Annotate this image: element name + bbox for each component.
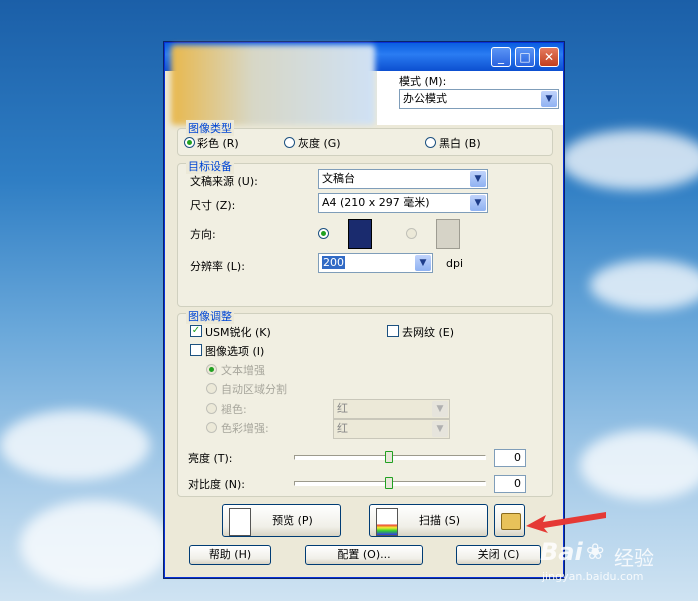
annotation-arrow — [526, 512, 606, 533]
watermark-url: jingyan.baidu.com — [542, 570, 644, 583]
descreen-checkbox[interactable] — [387, 325, 399, 337]
image-options-checkbox[interactable] — [190, 344, 202, 356]
color-enhance-select[interactable]: 红 ▼ — [333, 419, 450, 439]
landscape-icon[interactable] — [436, 219, 460, 249]
descreen-label[interactable]: 去网纹 (E) — [402, 324, 454, 340]
radio-text-enhance[interactable] — [206, 364, 217, 375]
resolution-value: 200 — [322, 256, 345, 269]
watermark-brand: Bai — [540, 538, 583, 566]
scan-doc-icon — [376, 508, 398, 536]
mode-value: 办公模式 — [403, 92, 447, 105]
text-enhance-label[interactable]: 文本增强 — [221, 362, 265, 378]
source-label: 文稿来源 (U): — [190, 175, 258, 188]
image-options-label[interactable]: 图像选项 (I) — [205, 343, 264, 359]
dropout-select[interactable]: 红 ▼ — [333, 399, 450, 419]
image-type-group: 图像类型 彩色 (R) 灰度 (G) 黑白 (B) — [177, 120, 553, 156]
color-enhance-label[interactable]: 色彩增强: — [221, 420, 269, 436]
radio-portrait[interactable] — [318, 228, 329, 239]
chevron-down-icon[interactable]: ▼ — [432, 421, 448, 437]
blurred-logo — [171, 45, 375, 125]
size-value: A4 (210 x 297 毫米) — [322, 196, 430, 209]
radio-color-label[interactable]: 彩色 (R) — [197, 135, 239, 151]
preview-button[interactable]: 预览 (P) — [222, 504, 341, 537]
folder-button[interactable] — [494, 504, 525, 537]
help-label: 帮助 (H) — [208, 548, 252, 561]
mode-label: 模式 (M): — [399, 75, 447, 88]
radio-landscape[interactable] — [406, 228, 417, 239]
usm-label[interactable]: USM锐化 (K) — [205, 324, 271, 340]
chevron-down-icon[interactable]: ▼ — [432, 401, 448, 417]
scanner-window: _ □ ✕ 模式 (M): 办公模式 ▼ 图像类型 彩色 (R) 灰度 (G) … — [164, 42, 564, 578]
radio-dropout[interactable] — [206, 403, 217, 414]
size-select[interactable]: A4 (210 x 297 毫米) ▼ — [318, 193, 488, 213]
source-select[interactable]: 文稿台 ▼ — [318, 169, 488, 189]
radio-bw-label[interactable]: 黑白 (B) — [439, 135, 481, 151]
chevron-down-icon[interactable]: ▼ — [415, 255, 431, 271]
chevron-down-icon[interactable]: ▼ — [470, 195, 486, 211]
paw-icon: ❀ — [586, 540, 605, 565]
chevron-down-icon[interactable]: ▼ — [470, 171, 486, 187]
group-title: 目标设备 — [186, 158, 234, 174]
close-label: 关闭 (C) — [477, 548, 520, 561]
close-button[interactable]: 关闭 (C) — [456, 545, 541, 565]
minimize-button[interactable]: _ — [491, 47, 511, 67]
radio-auto-area[interactable] — [206, 383, 217, 394]
config-button[interactable]: 配置 (O)... — [305, 545, 423, 565]
contrast-thumb[interactable] — [385, 477, 393, 489]
mode-select[interactable]: 办公模式 ▼ — [399, 89, 559, 109]
contrast-input[interactable]: 0 — [494, 475, 526, 493]
cloud — [0, 410, 150, 480]
contrast-label: 对比度 (N): — [188, 478, 246, 491]
group-title: 图像调整 — [186, 308, 234, 324]
cloud — [580, 430, 698, 500]
watermark: Bai ❀ 经验 jingyan.baidu.com — [540, 538, 690, 598]
target-device-group: 目标设备 文稿来源 (U): 文稿台 ▼ 尺寸 (Z): A4 (210 x 2… — [177, 158, 553, 307]
source-value: 文稿台 — [322, 172, 355, 185]
size-label: 尺寸 (Z): — [190, 199, 236, 212]
color-enhance-value: 红 — [337, 422, 348, 435]
help-button[interactable]: 帮助 (H) — [189, 545, 271, 565]
resolution-select[interactable]: 200 ▼ — [318, 253, 433, 273]
usm-checkbox[interactable]: ✓ — [190, 325, 202, 337]
resolution-label: 分辨率 (L): — [190, 260, 245, 273]
maximize-button[interactable]: □ — [515, 47, 535, 67]
brightness-label: 亮度 (T): — [188, 452, 233, 465]
brightness-thumb[interactable] — [385, 451, 393, 463]
brightness-input[interactable]: 0 — [494, 449, 526, 467]
folder-icon — [501, 513, 521, 530]
radio-gray[interactable] — [284, 137, 295, 148]
orientation-label: 方向: — [190, 228, 216, 241]
auto-area-label[interactable]: 自动区域分割 — [221, 381, 287, 397]
cloud — [20, 500, 170, 590]
radio-color-enhance[interactable] — [206, 422, 217, 433]
portrait-icon[interactable] — [348, 219, 372, 249]
cloud — [560, 130, 698, 190]
scan-button[interactable]: 扫描 (S) — [369, 504, 488, 537]
document-icon — [229, 508, 251, 536]
close-window-button[interactable]: ✕ — [539, 47, 559, 67]
cloud — [590, 260, 698, 310]
group-title: 图像类型 — [186, 120, 234, 136]
radio-bw[interactable] — [425, 137, 436, 148]
preview-label: 预览 (P) — [272, 514, 313, 527]
image-adjust-group: 图像调整 ✓ USM锐化 (K) 去网纹 (E) 图像选项 (I) 文本增强 自… — [177, 308, 553, 497]
watermark-brand2: 经验 — [614, 546, 654, 570]
dropout-value: 红 — [337, 402, 348, 415]
radio-gray-label[interactable]: 灰度 (G) — [298, 135, 341, 151]
config-label: 配置 (O)... — [337, 548, 391, 561]
radio-color[interactable] — [184, 137, 195, 148]
scan-label: 扫描 (S) — [418, 514, 461, 527]
chevron-down-icon[interactable]: ▼ — [541, 91, 557, 107]
dropout-label[interactable]: 褪色: — [221, 401, 247, 417]
resolution-unit: dpi — [446, 257, 464, 270]
mode-panel: 模式 (M): 办公模式 ▼ — [377, 71, 563, 125]
